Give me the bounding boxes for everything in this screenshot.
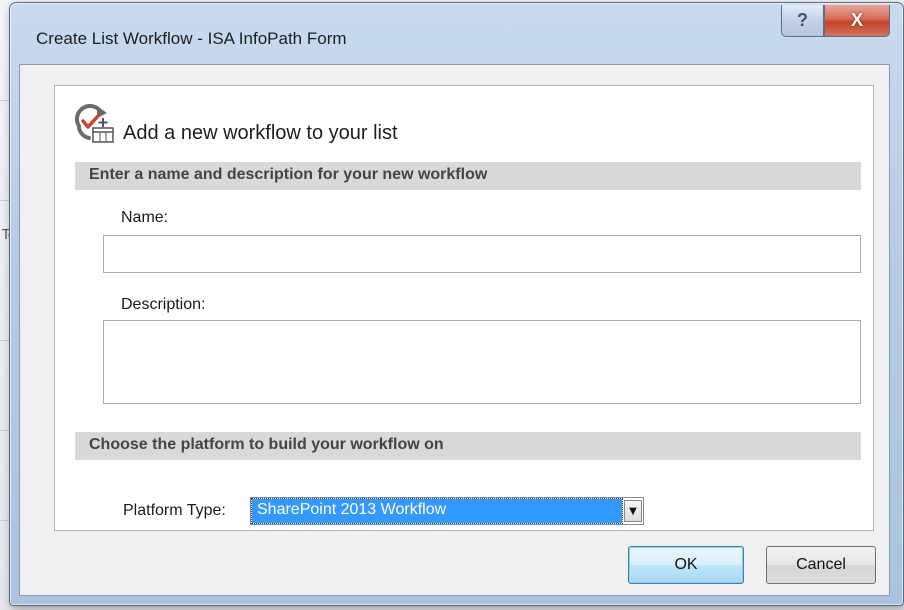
title-bar[interactable]: Create List Workflow - ISA InfoPath Form… [10,3,903,65]
ok-button[interactable]: OK [628,546,744,584]
dialog-body: Add a new workflow to your list Enter a … [19,64,890,596]
description-label: Description: [121,296,206,313]
platform-type-selected-value: SharePoint 2013 Workflow [251,498,623,524]
section-header-name-description: Enter a name and description for your ne… [75,162,861,190]
dialog-window: Create List Workflow - ISA InfoPath Form… [9,2,904,606]
name-input[interactable] [103,235,861,273]
dialog-heading: Add a new workflow to your list [123,122,398,144]
platform-type-label: Platform Type: [123,502,226,519]
close-button[interactable]: X [824,5,890,37]
window-title: Create List Workflow - ISA InfoPath Form [36,29,347,48]
help-icon: ? [797,10,808,30]
description-input[interactable] [103,320,861,404]
platform-type-select[interactable]: SharePoint 2013 Workflow ▼ [250,497,644,525]
form-panel: Add a new workflow to your list Enter a … [54,85,874,531]
chevron-down-icon[interactable]: ▼ [624,500,642,522]
help-button[interactable]: ? [781,5,824,37]
close-icon: X [850,10,863,30]
cancel-button[interactable]: Cancel [766,546,876,584]
name-label: Name: [121,209,169,226]
add-workflow-icon [75,104,114,143]
section-header-platform: Choose the platform to build your workfl… [75,432,861,460]
